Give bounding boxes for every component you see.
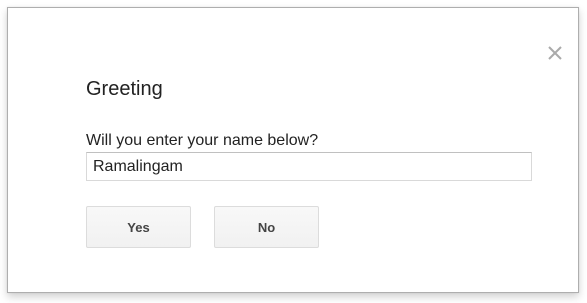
page-background: Greeting Will you enter your name below?… <box>0 0 587 303</box>
close-button[interactable] <box>546 44 564 62</box>
no-button[interactable]: No <box>214 206 319 248</box>
greeting-dialog: Greeting Will you enter your name below?… <box>7 7 579 293</box>
close-icon <box>546 44 564 62</box>
name-input[interactable] <box>86 152 532 181</box>
dialog-title: Greeting <box>86 78 163 100</box>
prompt-label: Will you enter your name below? <box>86 132 319 149</box>
yes-button[interactable]: Yes <box>86 206 191 248</box>
